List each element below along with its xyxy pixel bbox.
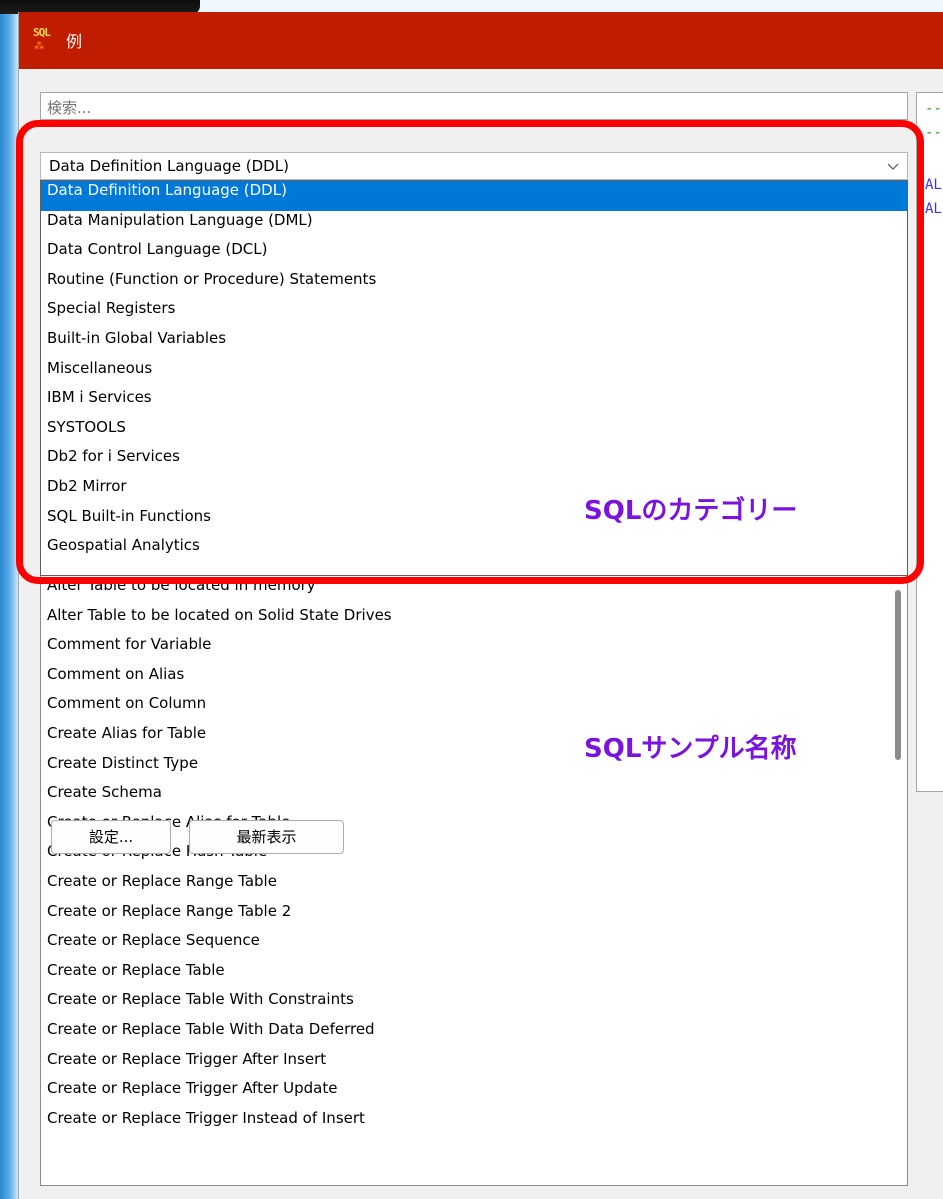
list-item[interactable]: Alter Table to be located in memory [41,576,907,606]
category-option[interactable]: IBM i Services [41,388,907,418]
editor-code-line: AL [925,201,942,217]
list-item[interactable]: Create or Replace Table With Constraints [41,990,907,1020]
list-item[interactable]: Create or Replace Sequence [41,931,907,961]
sample-list[interactable]: Alter Table to be located in memory Alte… [40,576,908,1186]
sql-editor-pane[interactable]: -- -- AL AL [916,92,943,792]
category-option[interactable]: Db2 for i Services [41,447,907,477]
editor-code-line: AL [925,177,942,193]
category-option[interactable]: Geospatial Analytics [41,536,907,566]
examples-window: SQL ⁂ 例 Data Definition Language (DDL) D… [16,12,943,1199]
editor-comment-line: -- [925,101,942,117]
category-option[interactable]: Data Manipulation Language (DML) [41,211,907,241]
list-item[interactable]: Create or Replace Trigger Instead of Ins… [41,1109,907,1139]
sql-app-icon: SQL ⁂ [33,26,57,54]
category-select[interactable]: Data Definition Language (DDL) [40,152,908,180]
sql-icon-figures: ⁂ [34,41,44,52]
category-selected-value: Data Definition Language (DDL) [49,157,289,175]
editor-comment-line: -- [925,125,942,141]
category-annotation: SQLのカテゴリー [584,496,798,526]
search-input[interactable] [40,92,908,120]
list-item[interactable]: Create Schema [41,783,907,813]
settings-button[interactable]: 設定... [51,820,171,854]
window-title: 例 [66,32,83,51]
category-option[interactable]: Routine (Function or Procedure) Statemen… [41,270,907,300]
list-item[interactable]: Comment for Variable [41,635,907,665]
category-option[interactable]: Data Definition Language (DDL) [41,181,907,211]
list-item[interactable]: Create or Replace Trigger After Update [41,1079,907,1109]
refresh-button[interactable]: 最新表示 [189,820,344,854]
list-item[interactable]: Comment on Column [41,694,907,724]
title-bar: SQL ⁂ 例 [19,12,943,69]
sql-icon-text: SQL [33,26,51,39]
list-item[interactable]: Alter Table to be located on Solid State… [41,606,907,636]
list-item[interactable]: Create or Replace Table [41,961,907,991]
list-item[interactable]: Create or Replace Range Table 2 [41,902,907,932]
list-item[interactable]: Create or Replace Table With Data Deferr… [41,1020,907,1050]
sample-annotation: SQLサンプル名称 [584,734,797,764]
category-option[interactable]: Miscellaneous [41,359,907,389]
list-scrollbar-thumb[interactable] [895,590,901,760]
chevron-down-icon[interactable] [887,163,899,171]
category-option[interactable]: Special Registers [41,299,907,329]
list-item[interactable]: Create or Replace Range Table [41,872,907,902]
category-option[interactable]: Data Control Language (DCL) [41,240,907,270]
list-item[interactable]: Comment on Alias [41,665,907,695]
list-item[interactable]: Create or Replace Trigger After Insert [41,1050,907,1080]
category-option[interactable]: SYSTOOLS [41,418,907,448]
category-option[interactable]: Built-in Global Variables [41,329,907,359]
